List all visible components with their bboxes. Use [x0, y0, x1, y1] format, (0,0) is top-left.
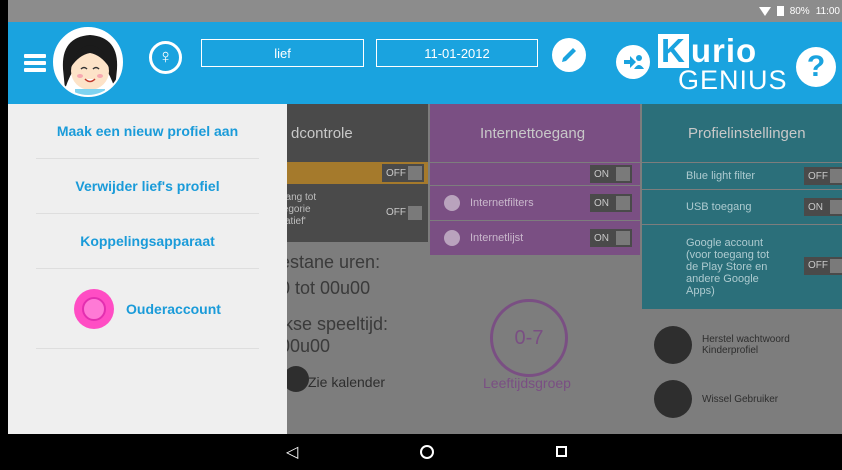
internet-filters-label: Internetfilters: [470, 197, 534, 209]
side-drawer: Maak een nieuw profiel aan Verwijder lie…: [8, 104, 287, 434]
recents-icon[interactable]: [556, 446, 567, 457]
parent-account-item[interactable]: Ouderaccount: [36, 269, 259, 349]
age-group-label: Leeftijdsgroep: [483, 375, 571, 391]
hours-value: 0 tot 00u00: [280, 278, 371, 298]
battery-icon: [776, 6, 784, 16]
female-icon[interactable]: ♀: [149, 41, 182, 74]
internet-list-label: Internetlijst: [470, 232, 524, 244]
user-reset-icon: [654, 326, 692, 364]
parent-account-label: Ouderaccount: [126, 300, 221, 317]
parent-account-icon: [74, 288, 115, 329]
wifi-icon: [758, 6, 771, 16]
pairing-device-item[interactable]: Koppelingsapparaat: [36, 214, 259, 269]
toggle-switch[interactable]: ON: [590, 165, 632, 183]
toggle-switch[interactable]: ON: [590, 229, 632, 247]
column-title: Profielinstellingen: [642, 104, 842, 162]
toggle-switch[interactable]: ON: [804, 198, 842, 216]
toggle-switch[interactable]: OFF: [804, 167, 842, 185]
age-group-button[interactable]: 0-7: [490, 299, 568, 377]
profile-settings-column: Profielinstellingen Blue light filter OF…: [642, 104, 842, 309]
android-nav-bar: ◁: [0, 434, 842, 470]
switch-user-button[interactable]: [616, 45, 650, 79]
blue-light-label: Blue light filter: [686, 170, 756, 182]
switch-user-item[interactable]: Wissel Gebruiker: [654, 380, 778, 418]
hours-label: estane uren:: [280, 252, 381, 272]
status-bar: 80% 11:00: [8, 0, 842, 22]
user-switch-icon: [654, 380, 692, 418]
toggle-switch[interactable]: OFF: [382, 164, 424, 182]
google-account-label: Google account (voor toegang tot de Play…: [686, 237, 770, 297]
menu-icon[interactable]: [24, 54, 46, 72]
usb-label: USB toegang: [686, 201, 752, 213]
edit-button[interactable]: [552, 38, 586, 72]
clock: 11:00: [815, 5, 840, 17]
globe-icon: [444, 195, 460, 211]
toggle-switch[interactable]: ON: [590, 194, 632, 212]
app-header: ♀ lief 11-01-2012 Kurio GENIUS ?: [8, 22, 842, 104]
profile-name-field[interactable]: lief: [201, 39, 364, 67]
home-icon[interactable]: [420, 445, 434, 459]
new-profile-item[interactable]: Maak een nieuw profiel aan: [36, 104, 259, 159]
playtime-label: jkse speeltijd:: [280, 314, 389, 334]
girl-avatar-icon: [55, 29, 121, 95]
user-switch-icon: [624, 55, 644, 69]
avatar[interactable]: [53, 27, 123, 97]
column-title: Internettoegang: [430, 104, 640, 162]
battery-level: 80%: [789, 5, 810, 17]
reset-password-item[interactable]: Herstel wachtwoord Kinderprofiel: [654, 326, 822, 364]
globe-icon: [444, 230, 460, 246]
delete-profile-item[interactable]: Verwijder lief's profiel: [36, 159, 259, 214]
toggle-switch[interactable]: OFF: [382, 204, 424, 222]
birthdate-field[interactable]: 11-01-2012: [376, 39, 538, 67]
calendar-link[interactable]: Zie kalender: [308, 374, 385, 390]
back-icon[interactable]: ◁: [286, 442, 298, 462]
internet-access-column: Internettoegang ON Internetfilters ON In…: [430, 104, 640, 255]
toggle-switch[interactable]: OFF: [804, 257, 842, 275]
playtime-value: 00u00: [280, 336, 331, 356]
help-button[interactable]: ?: [796, 47, 836, 87]
pencil-icon: [562, 48, 576, 62]
kurio-genius-logo: Kurio GENIUS: [658, 34, 787, 94]
